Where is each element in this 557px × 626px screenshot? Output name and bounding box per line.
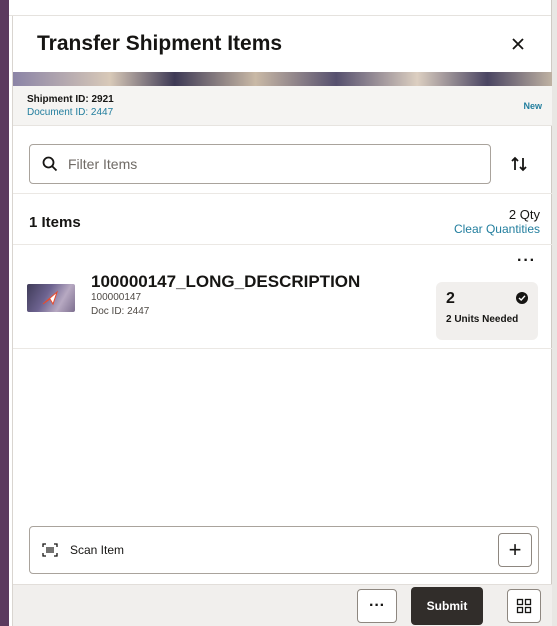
- dialog-title: Transfer Shipment Items: [37, 32, 283, 55]
- scan-item-label: Scan Item: [70, 543, 125, 557]
- scan-item-input[interactable]: Scan Item: [42, 543, 124, 557]
- status-badge: New: [523, 100, 542, 111]
- app-frame: Transfer Shipment Items Shipment ID: 292…: [0, 0, 557, 626]
- item-sku: 100000147: [91, 292, 142, 303]
- list-item[interactable]: ··· 100000147_LONG_DESCRIPTION 100000147…: [13, 246, 552, 346]
- shipment-id: Shipment ID: 2921: [27, 93, 114, 105]
- grid-icon: [516, 598, 532, 614]
- divider: [13, 348, 552, 349]
- scan-row: Scan Item +: [13, 522, 552, 578]
- document-id: Document ID: 2447: [27, 106, 114, 118]
- check-circle-icon: [516, 292, 528, 304]
- item-thumbnail: [27, 284, 75, 312]
- filter-row: [13, 136, 552, 192]
- sort-icon: [511, 156, 527, 172]
- arrow-image-icon: [42, 290, 59, 306]
- transfer-shipment-dialog: Transfer Shipment Items Shipment ID: 292…: [12, 16, 552, 626]
- add-item-button[interactable]: +: [498, 533, 532, 567]
- shipment-info: Shipment ID: 2921 Document ID: 2447: [27, 93, 114, 119]
- dialog-header: Transfer Shipment Items: [13, 16, 552, 72]
- grid-view-button[interactable]: [507, 589, 541, 623]
- header-banner-image: [13, 72, 552, 86]
- filter-input[interactable]: [68, 156, 468, 172]
- shipment-info-bar: Shipment ID: 2921 Document ID: 2447 New: [13, 86, 552, 126]
- barcode-scan-icon: [42, 543, 58, 557]
- close-button[interactable]: [504, 30, 532, 58]
- items-count: 1 Items: [29, 213, 81, 231]
- filter-field[interactable]: [29, 144, 491, 184]
- sort-button[interactable]: [501, 146, 537, 182]
- item-title: 100000147_LONG_DESCRIPTION: [91, 272, 361, 291]
- scan-item-field[interactable]: Scan Item +: [29, 526, 539, 574]
- window-left-border: [0, 0, 9, 626]
- more-actions-button[interactable]: ···: [357, 589, 397, 623]
- summary-right: 2 Qty Clear Quantities: [454, 207, 540, 237]
- footer-toolbar: ··· Submit: [13, 584, 552, 626]
- units-needed: 2 Units Needed: [446, 314, 519, 325]
- submit-button[interactable]: Submit: [411, 587, 483, 625]
- total-quantity: 2 Qty: [508, 207, 540, 222]
- clear-quantities-link[interactable]: Clear Quantities: [454, 222, 540, 237]
- item-doc-id: Doc ID: 2447: [91, 306, 150, 317]
- divider: [13, 193, 552, 194]
- search-icon: [42, 156, 58, 172]
- item-more-button[interactable]: ···: [517, 252, 536, 270]
- quantity-card[interactable]: 2 2 Units Needed: [436, 282, 538, 340]
- close-icon: [512, 38, 524, 50]
- top-edge: [9, 0, 551, 16]
- divider: [13, 244, 552, 245]
- items-summary: 1 Items 2 Qty Clear Quantities: [13, 202, 552, 242]
